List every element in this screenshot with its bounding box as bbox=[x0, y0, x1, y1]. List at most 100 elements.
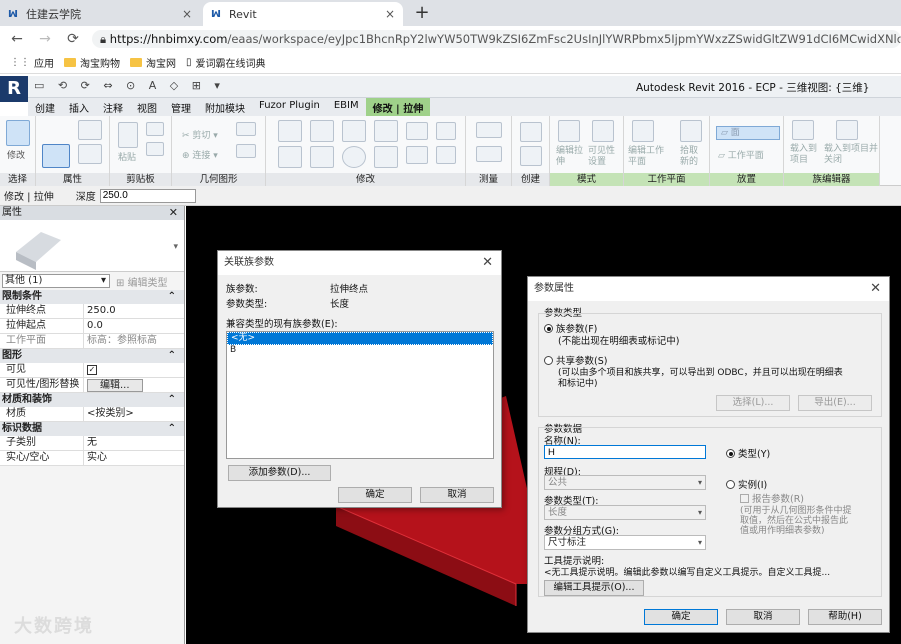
bookmark-apps[interactable]: ⋮⋮ 应用 bbox=[10, 55, 54, 70]
property-group[interactable]: 材质和装饰 ⌃ bbox=[0, 393, 184, 407]
pick-new-icon[interactable] bbox=[680, 120, 702, 142]
edit-workplane-icon[interactable] bbox=[632, 120, 654, 142]
match-icon[interactable] bbox=[146, 142, 164, 156]
bookmark-item[interactable]: 淘宝购物 bbox=[64, 55, 120, 70]
group-name: 标识数据 bbox=[2, 423, 42, 434]
property-key: 可见 bbox=[0, 363, 84, 377]
close-icon[interactable]: ✕ bbox=[169, 206, 178, 220]
bookmark-item[interactable]: ▯ 爱词霸在线词典 bbox=[186, 55, 266, 70]
help-button[interactable]: 帮助(H) bbox=[808, 609, 882, 625]
export-button[interactable]: 导出(E)... bbox=[798, 395, 872, 411]
dimension-icon[interactable] bbox=[476, 146, 502, 162]
quick-access-icons[interactable]: ▭ ⟲ ⟳ ⇔ ⊙ A ◇ ⊞ ▾ bbox=[34, 79, 225, 92]
ok-button[interactable]: 确定 bbox=[644, 609, 718, 625]
move-icon[interactable] bbox=[278, 146, 302, 168]
instance-filter-dropdown[interactable]: 其他 (1) ▾ bbox=[2, 274, 110, 288]
split-icon[interactable] bbox=[406, 122, 428, 140]
edit-extrusion-icon[interactable] bbox=[558, 120, 580, 142]
depth-input[interactable] bbox=[99, 188, 196, 203]
cancel-button[interactable]: 取消 bbox=[420, 487, 494, 503]
forward-icon[interactable]: → bbox=[34, 31, 56, 47]
ribbon-tab[interactable]: 创建 bbox=[28, 98, 62, 116]
add-parameter-button[interactable]: 添加参数(D)... bbox=[228, 465, 331, 481]
visibility-settings-icon[interactable] bbox=[592, 120, 614, 142]
ribbon-tab-active[interactable]: 修改 | 拉伸 bbox=[365, 98, 431, 116]
mirror-axis-icon[interactable] bbox=[374, 120, 398, 142]
rotate-icon[interactable] bbox=[342, 146, 366, 168]
geometry-tool-icon[interactable] bbox=[236, 144, 256, 158]
join-menu[interactable]: ⊕ 连接 ▾ bbox=[182, 148, 218, 161]
property-value[interactable]: 实心 bbox=[84, 451, 184, 465]
property-value[interactable]: <按类别> bbox=[84, 407, 184, 421]
property-value[interactable]: 250.0 bbox=[84, 304, 184, 318]
geometry-tool-icon[interactable] bbox=[236, 122, 256, 136]
edit-tooltip-button[interactable]: 编辑工具提示(O)... bbox=[544, 580, 644, 596]
close-icon[interactable]: ✕ bbox=[482, 251, 493, 275]
type-radio[interactable]: 类型(Y) bbox=[726, 446, 770, 460]
visible-checkbox[interactable]: ✓ bbox=[87, 365, 97, 375]
align-icon[interactable] bbox=[278, 120, 302, 142]
ribbon-tab[interactable]: Fuzor Plugin bbox=[252, 98, 327, 116]
cut-menu[interactable]: ✂ 剪切 ▾ bbox=[182, 128, 218, 141]
cancel-button[interactable]: 取消 bbox=[726, 609, 800, 625]
type-properties-icon[interactable] bbox=[78, 120, 102, 140]
ribbon-tab[interactable]: 附加模块 bbox=[198, 98, 252, 116]
property-row: 可见性/图形替换 编辑... bbox=[0, 378, 184, 393]
property-group[interactable]: 标识数据 ⌃ bbox=[0, 422, 184, 436]
ribbon-tab[interactable]: 插入 bbox=[62, 98, 96, 116]
mirror-icon[interactable] bbox=[342, 120, 366, 142]
load-into-project-icon[interactable] bbox=[792, 120, 814, 140]
place-on-face-button[interactable]: ▱ 面 bbox=[716, 126, 780, 140]
list-item[interactable]: B bbox=[227, 345, 493, 356]
group-name: 图形 bbox=[2, 350, 22, 361]
back-icon[interactable]: ← bbox=[6, 31, 28, 47]
bookmark-item[interactable]: 淘宝网 bbox=[130, 55, 176, 70]
property-group[interactable]: 图形 ⌃ bbox=[0, 349, 184, 363]
edit-type-button[interactable]: ⊞ 编辑类型 bbox=[116, 274, 168, 289]
select-button[interactable]: 选择(L)... bbox=[716, 395, 790, 411]
pin-icon[interactable] bbox=[436, 122, 456, 140]
family-types-icon[interactable] bbox=[78, 144, 102, 164]
trim-icon[interactable] bbox=[374, 146, 398, 168]
modify-cursor-icon[interactable] bbox=[6, 120, 30, 146]
new-tab-button[interactable]: + bbox=[410, 2, 434, 24]
delete-icon[interactable] bbox=[436, 146, 456, 164]
property-value[interactable]: 0.0 bbox=[84, 319, 184, 333]
revit-app-menu-icon[interactable]: R bbox=[0, 76, 28, 102]
create-similar-icon[interactable] bbox=[520, 122, 542, 142]
browser-tab-active[interactable]: ꟽ Revit × bbox=[203, 2, 403, 26]
properties-icon[interactable] bbox=[42, 144, 70, 168]
reload-icon[interactable]: ⟳ bbox=[62, 31, 84, 47]
copy-element-icon[interactable] bbox=[310, 146, 334, 168]
discipline-dropdown[interactable]: 公共 ▾ bbox=[544, 475, 706, 490]
close-tab-icon[interactable]: × bbox=[182, 7, 192, 21]
type-dropdown-arrow-icon[interactable]: ▾ bbox=[173, 242, 178, 252]
name-input[interactable] bbox=[544, 445, 706, 459]
param-type-dropdown[interactable]: 长度 ▾ bbox=[544, 505, 706, 520]
copy-icon[interactable] bbox=[146, 122, 164, 136]
browser-tab[interactable]: ꟽ 住建云学院 × bbox=[0, 2, 200, 26]
group-by-dropdown[interactable]: 尺寸标注 ▾ bbox=[544, 535, 706, 550]
close-tab-icon[interactable]: × bbox=[385, 7, 395, 21]
ribbon-tab[interactable]: 管理 bbox=[164, 98, 198, 116]
edit-visibility-button[interactable]: 编辑... bbox=[87, 379, 143, 392]
array-icon[interactable] bbox=[406, 146, 428, 164]
instance-radio[interactable]: 实例(I) bbox=[726, 477, 767, 491]
compatible-params-list[interactable]: <无> B bbox=[226, 331, 494, 459]
ok-button[interactable]: 确定 bbox=[338, 487, 412, 503]
ribbon-tab[interactable]: 视图 bbox=[130, 98, 164, 116]
place-on-workplane-button[interactable]: ▱ 工作平面 bbox=[718, 148, 764, 161]
address-bar[interactable]: 🔒︎ https://hnbimxy.com/eaas/workspace/ey… bbox=[92, 30, 901, 48]
load-and-close-icon[interactable] bbox=[836, 120, 858, 140]
property-group[interactable]: 限制条件 ⌃ bbox=[0, 290, 184, 304]
browser-tab-strip: ꟽ 住建云学院 × ꟽ Revit × + bbox=[0, 0, 901, 26]
ribbon-tab[interactable]: EBIM bbox=[327, 98, 366, 116]
measure-icon[interactable] bbox=[476, 122, 502, 138]
property-value[interactable]: 无 bbox=[84, 436, 184, 450]
offset-icon[interactable] bbox=[310, 120, 334, 142]
close-icon[interactable]: ✕ bbox=[870, 277, 881, 301]
list-item-selected[interactable]: <无> bbox=[227, 332, 493, 345]
ribbon-tab[interactable]: 注释 bbox=[96, 98, 130, 116]
paste-icon[interactable] bbox=[118, 122, 138, 148]
create-group-icon[interactable] bbox=[520, 146, 542, 166]
